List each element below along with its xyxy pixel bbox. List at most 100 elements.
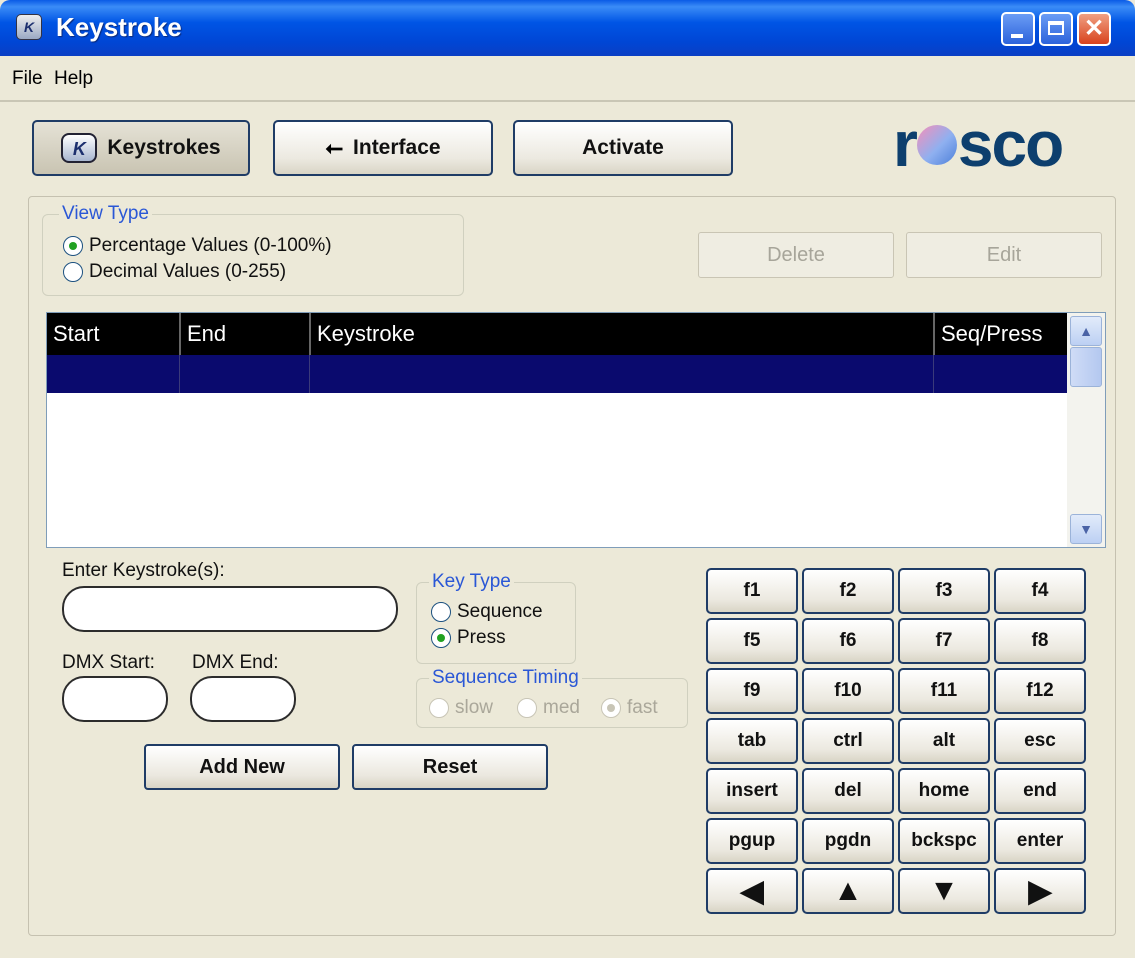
radio-fast[interactable]: fast [601, 697, 658, 719]
key-f4[interactable]: f4 [994, 568, 1086, 614]
activate-button[interactable]: Activate [513, 120, 733, 176]
key-alt[interactable]: alt [898, 718, 990, 764]
column-start[interactable]: Start [47, 313, 179, 355]
key-f8[interactable]: f8 [994, 618, 1086, 664]
scroll-up-icon[interactable]: ▲ [1070, 316, 1102, 346]
window-title: Keystroke [56, 12, 182, 42]
dmx-start-input[interactable] [62, 676, 168, 722]
key-esc[interactable]: esc [994, 718, 1086, 764]
dmx-start-label: DMX Start: [62, 652, 155, 673]
radio-sequence-circle[interactable] [431, 602, 451, 622]
column-keystroke[interactable]: Keystroke [309, 313, 933, 355]
radio-med[interactable]: med [517, 697, 580, 719]
radio-slow[interactable]: slow [429, 697, 493, 719]
logo-text-left: r [893, 108, 918, 180]
radio-slow-label: slow [455, 697, 494, 718]
key-arrow-up-icon[interactable]: ▲ [802, 868, 894, 914]
interface-label: Interface [353, 136, 441, 159]
reset-button[interactable]: Reset [352, 744, 548, 790]
view-type-group: View Type Percentage Values (0-100%) Dec… [42, 203, 464, 296]
maximize-button[interactable] [1039, 12, 1073, 46]
menu-divider [0, 100, 1135, 102]
dmx-end-label: DMX End: [192, 652, 279, 673]
table-header: Start End Keystroke Seq/Press [47, 313, 1067, 355]
column-seq-press[interactable]: Seq/Press [933, 313, 1067, 355]
menu-file[interactable]: File [12, 68, 43, 90]
menu-help[interactable]: Help [54, 68, 93, 90]
radio-decimal[interactable]: Decimal Values (0-255) [63, 261, 286, 283]
key-type-legend: Key Type [429, 571, 514, 593]
activate-label: Activate [582, 136, 664, 159]
column-end[interactable]: End [179, 313, 309, 355]
logo-text-right: sco [957, 108, 1064, 180]
usb-icon: ⭠ [325, 135, 344, 160]
sequence-timing-legend: Sequence Timing [429, 667, 582, 689]
add-new-button[interactable]: Add New [144, 744, 340, 790]
radio-press-circle[interactable] [431, 628, 451, 648]
keystrokes-label: Keystrokes [107, 136, 221, 159]
vertical-scrollbar[interactable]: ▲ ▼ [1067, 313, 1105, 547]
minimize-button[interactable] [1001, 12, 1035, 46]
radio-fast-circle[interactable] [601, 698, 621, 718]
radio-sequence[interactable]: Sequence [431, 601, 543, 623]
radio-sequence-label: Sequence [457, 601, 543, 622]
radio-press[interactable]: Press [431, 627, 506, 649]
key-insert[interactable]: insert [706, 768, 798, 814]
key-f9[interactable]: f9 [706, 668, 798, 714]
sequence-timing-group: Sequence Timing slow med fast [416, 667, 688, 728]
table-cell [179, 355, 309, 393]
key-f5[interactable]: f5 [706, 618, 798, 664]
key-f2[interactable]: f2 [802, 568, 894, 614]
key-arrow-down-icon[interactable]: ▼ [898, 868, 990, 914]
delete-button[interactable]: Delete [698, 232, 894, 278]
key-end[interactable]: end [994, 768, 1086, 814]
close-icon: ✕ [1083, 15, 1105, 42]
title-bar[interactable]: K Keystroke ✕ [0, 0, 1135, 56]
key-del[interactable]: del [802, 768, 894, 814]
radio-fast-label: fast [627, 697, 658, 718]
table-cell [309, 355, 933, 393]
keystrokes-tab-button[interactable]: K Keystrokes [32, 120, 250, 176]
radio-decimal-circle[interactable] [63, 262, 83, 282]
dmx-end-input[interactable] [190, 676, 296, 722]
scroll-thumb[interactable] [1070, 347, 1102, 387]
key-enter[interactable]: enter [994, 818, 1086, 864]
key-home[interactable]: home [898, 768, 990, 814]
keystroke-window: K Keystroke ✕ File Help K Keystrokes ⭠ I… [0, 0, 1135, 958]
key-f11[interactable]: f11 [898, 668, 990, 714]
logo-o-icon [916, 125, 957, 166]
app-keystroke-icon: K [16, 14, 42, 40]
close-button[interactable]: ✕ [1077, 12, 1111, 46]
interface-tab-button[interactable]: ⭠ Interface [273, 120, 493, 176]
radio-slow-circle[interactable] [429, 698, 449, 718]
keystroke-table[interactable]: Start End Keystroke Seq/Press ▲ ▼ [46, 312, 1106, 548]
menu-bar: File Help [0, 62, 1135, 96]
key-arrow-left-icon[interactable]: ◀ [706, 868, 798, 914]
key-f6[interactable]: f6 [802, 618, 894, 664]
radio-med-circle[interactable] [517, 698, 537, 718]
enter-keystroke-label: Enter Keystroke(s): [62, 560, 225, 581]
edit-button[interactable]: Edit [906, 232, 1102, 278]
key-pgup[interactable]: pgup [706, 818, 798, 864]
radio-decimal-label: Decimal Values (0-255) [89, 261, 287, 282]
keystroke-icon: K [61, 133, 98, 163]
keystroke-input[interactable] [62, 586, 398, 632]
key-f12[interactable]: f12 [994, 668, 1086, 714]
table-row[interactable] [47, 355, 1067, 393]
rosco-logo: r sco [893, 108, 1123, 180]
radio-percentage-circle[interactable] [63, 236, 83, 256]
key-arrow-right-icon[interactable]: ▶ [994, 868, 1086, 914]
key-f10[interactable]: f10 [802, 668, 894, 714]
key-f7[interactable]: f7 [898, 618, 990, 664]
key-f3[interactable]: f3 [898, 568, 990, 614]
key-ctrl[interactable]: ctrl [802, 718, 894, 764]
key-bckspc[interactable]: bckspc [898, 818, 990, 864]
key-tab[interactable]: tab [706, 718, 798, 764]
scroll-down-icon[interactable]: ▼ [1070, 514, 1102, 544]
key-type-group: Key Type Sequence Press [416, 571, 576, 664]
table-cell [933, 355, 1067, 393]
radio-percentage[interactable]: Percentage Values (0-100%) [63, 235, 332, 257]
radio-percentage-label: Percentage Values (0-100%) [89, 235, 332, 256]
key-f1[interactable]: f1 [706, 568, 798, 614]
key-pgdn[interactable]: pgdn [802, 818, 894, 864]
